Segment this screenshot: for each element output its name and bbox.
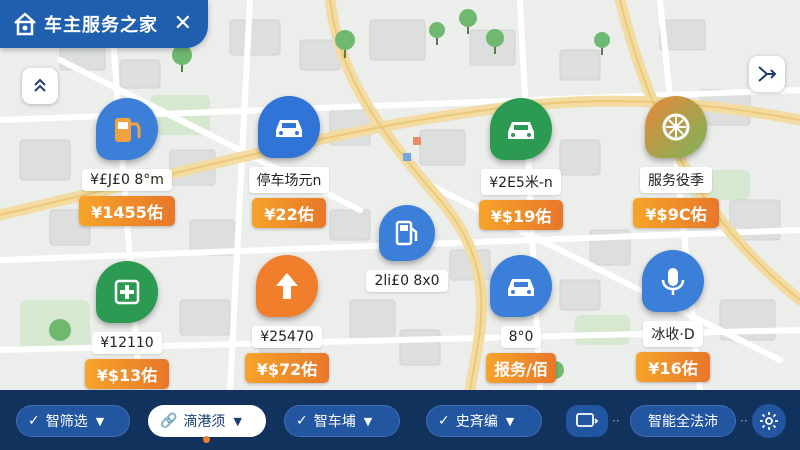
collapse-button[interactable] bbox=[22, 68, 58, 104]
close-icon[interactable]: ✕ bbox=[174, 13, 192, 35]
poi-medical-marker[interactable] bbox=[96, 261, 158, 323]
chevron-down-icon: ▼ bbox=[505, 414, 515, 428]
chevron-down-icon: ▼ bbox=[363, 414, 373, 428]
poi-voice-label: 冰收·D bbox=[643, 321, 703, 347]
chevron-up-icon bbox=[34, 78, 46, 92]
arrow-up-icon bbox=[276, 273, 298, 299]
settings-button[interactable] bbox=[752, 404, 786, 438]
poi-navigation-label: ¥25470 bbox=[252, 326, 322, 348]
poi-gas-station-price: ¥1455佑 bbox=[79, 196, 175, 226]
poi-repair[interactable]: 8°0 报务/佰 bbox=[456, 255, 586, 383]
filter-chip-3-label: 智车埔 bbox=[313, 414, 356, 430]
poi-car-wash-price: ¥$19佑 bbox=[478, 200, 564, 230]
separator-dots-2: ·· bbox=[740, 414, 748, 428]
check-icon: ✓ bbox=[438, 413, 450, 429]
app-header: 车主服务之家 ✕ bbox=[0, 0, 208, 48]
poi-fuel-pump-marker[interactable] bbox=[379, 205, 435, 261]
poi-repair-price: 报务/佰 bbox=[486, 353, 556, 383]
filter-chip-2-label: 滴港须 bbox=[183, 414, 226, 430]
filter-chip-1-label: 智筛选 bbox=[45, 414, 88, 430]
poi-car-wash-label: ¥2E5米-n bbox=[481, 169, 561, 195]
medical-cross-icon bbox=[114, 279, 140, 305]
exit-route-button[interactable] bbox=[749, 56, 785, 92]
poi-car-wash-marker[interactable] bbox=[490, 98, 552, 160]
check-icon: ✓ bbox=[28, 413, 40, 429]
poi-parking[interactable]: 停车场元n ¥22佑 bbox=[224, 96, 354, 228]
poi-repair-label: 8°0 bbox=[500, 326, 542, 348]
gas-station-icon bbox=[115, 118, 141, 142]
check-icon: ✓ bbox=[296, 413, 308, 429]
poi-navigation-marker[interactable] bbox=[256, 255, 318, 317]
poi-voice[interactable]: 冰收·D ¥16佑 bbox=[608, 250, 738, 382]
filter-chip-4[interactable]: ✓ 史斉编 ▼ bbox=[426, 405, 542, 437]
car-icon bbox=[508, 122, 534, 139]
filter-chip-3[interactable]: ✓ 智车埔 ▼ bbox=[284, 405, 400, 437]
poi-medical-price: ¥$13佑 bbox=[84, 359, 170, 389]
smart-mode-label: 智能全法沛 bbox=[648, 414, 718, 430]
poi-parking-price: ¥22佑 bbox=[252, 198, 326, 228]
poi-service-station-label: 服务役季 bbox=[640, 167, 712, 193]
poi-parking-marker[interactable] bbox=[258, 96, 320, 158]
filter-chip-4-label: 史斉编 bbox=[455, 414, 498, 430]
screen-cast-icon bbox=[576, 413, 598, 427]
filter-chip-2[interactable]: 🔗 滴港须 ▼ bbox=[148, 405, 266, 443]
poi-voice-price: ¥16佑 bbox=[636, 352, 710, 382]
poi-gas-station[interactable]: ¥£J£0 8°m ¥1455佑 bbox=[62, 98, 192, 226]
car-icon bbox=[508, 279, 534, 296]
poi-repair-marker[interactable] bbox=[490, 255, 552, 317]
poi-service-station-marker[interactable] bbox=[645, 96, 707, 158]
compass-icon bbox=[662, 113, 690, 141]
poi-service-station-price: ¥$9C佑 bbox=[633, 198, 719, 228]
poi-fuel-pump-label: 2li£0 8x0 bbox=[366, 270, 448, 292]
chevron-down-icon: ▼ bbox=[233, 414, 242, 428]
filter-chip-1[interactable]: ✓ 智筛选 ▼ bbox=[16, 405, 130, 437]
poi-voice-marker[interactable] bbox=[642, 250, 704, 312]
link-icon: 🔗 bbox=[160, 413, 178, 429]
microphone-icon bbox=[661, 268, 685, 295]
poi-medical[interactable]: ¥12110 ¥$13佑 bbox=[62, 261, 192, 389]
poi-medical-label: ¥12110 bbox=[92, 332, 162, 354]
gear-icon bbox=[760, 412, 778, 430]
poi-car-wash[interactable]: ¥2E5米-n ¥$19佑 bbox=[456, 98, 586, 230]
car-icon bbox=[276, 120, 302, 137]
active-indicator-dot bbox=[203, 436, 210, 443]
app-title: 车主服务之家 bbox=[44, 15, 158, 36]
poi-service-station[interactable]: 服务役季 ¥$9C佑 bbox=[611, 96, 741, 228]
separator-dots: ·· bbox=[612, 414, 620, 428]
poi-gas-station-marker[interactable] bbox=[96, 98, 158, 160]
smart-mode-button[interactable]: 智能全法沛 bbox=[630, 405, 736, 437]
poi-fuel-pump[interactable]: 2li£0 8x0 bbox=[342, 205, 472, 292]
poi-gas-station-label: ¥£J£0 8°m bbox=[82, 169, 172, 191]
fuel-pump-icon bbox=[395, 220, 418, 246]
poi-navigation-price: ¥$72佑 bbox=[244, 353, 330, 383]
poi-navigation[interactable]: ¥25470 ¥$72佑 bbox=[222, 255, 352, 383]
poi-parking-label: 停车场元n bbox=[248, 167, 330, 193]
chevron-down-icon: ▼ bbox=[95, 414, 105, 428]
exit-route-icon bbox=[758, 66, 777, 82]
screen-cast-button[interactable] bbox=[566, 405, 608, 437]
home-icon bbox=[14, 12, 36, 36]
